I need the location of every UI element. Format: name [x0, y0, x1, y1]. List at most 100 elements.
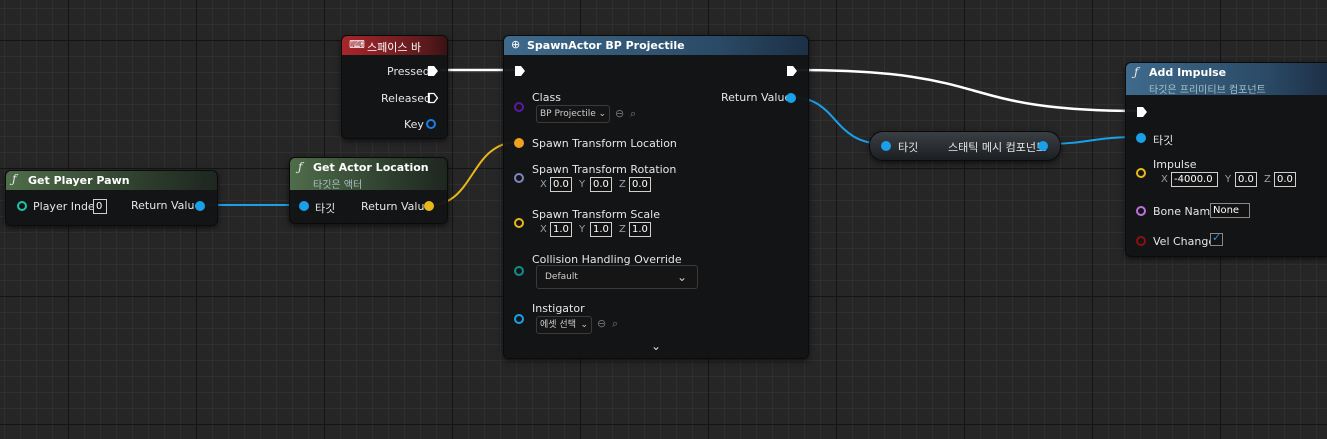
return-value-pin[interactable]: [786, 93, 796, 103]
spawn-rotation-label: Spawn Transform Rotation: [532, 163, 677, 176]
bone-name-pin[interactable]: [1136, 206, 1146, 216]
class-dropdown[interactable]: BP Projectile ⌄: [536, 105, 610, 123]
spawn-location-label: Spawn Transform Location: [532, 137, 677, 150]
axis-z-label: Z: [619, 224, 626, 235]
impulse-z-input[interactable]: 0.0: [1274, 172, 1296, 187]
keyboard-icon: ⌨: [349, 38, 365, 51]
return-value-label: Return Value: [361, 200, 432, 213]
get-player-pawn-node[interactable]: ƒ Get Player Pawn Player Index 0 Return …: [5, 170, 218, 226]
chevron-down-icon: ⌄: [676, 270, 687, 284]
pressed-label: Pressed: [387, 65, 430, 78]
rotation-x-input[interactable]: 0.0: [550, 177, 572, 192]
axis-z-label: Z: [1264, 174, 1271, 185]
spacebar-event-node[interactable]: ⌨ 스페이스 바 Pressed Released Key: [341, 35, 448, 139]
axis-y-label: Y: [579, 224, 586, 235]
axis-z-label: Z: [619, 179, 626, 190]
player-index-input[interactable]: 0: [93, 199, 107, 214]
player-index-label: Player Index: [33, 200, 102, 213]
cast-static-mesh-node[interactable]: 타깃 스태틱 메시 컴포넌트: [869, 131, 1061, 161]
node-header: ƒ Add Impulse 타깃은 프리미티브 컴포넌트: [1126, 63, 1327, 96]
exec-in-pin[interactable]: [514, 65, 526, 77]
axis-x-label: X: [540, 224, 547, 235]
axis-y-label: Y: [1225, 174, 1232, 185]
released-label: Released: [381, 92, 431, 105]
player-index-pin[interactable]: [17, 201, 27, 211]
return-value-label: Return Value: [131, 199, 202, 212]
key-label: Key: [404, 118, 424, 131]
return-value-pin[interactable]: [424, 201, 434, 211]
node-header: ⊕ SpawnActor BP Projectile: [504, 36, 808, 55]
search-icon[interactable]: ⌕: [630, 107, 636, 121]
axis-y-label: Y: [579, 179, 586, 190]
axis-x-label: X: [540, 179, 547, 190]
wire-exec-spawn-to-impulse: [796, 68, 1141, 113]
instigator-dropdown[interactable]: 에셋 선택 ⌄: [536, 316, 592, 334]
node-header: ƒ Get Actor Location 타깃은 액터: [290, 158, 447, 191]
scale-y-input[interactable]: 1.0: [590, 222, 612, 237]
class-pin[interactable]: [514, 102, 524, 112]
node-header: ⌨ 스페이스 바: [342, 36, 447, 55]
node-header: ƒ Get Player Pawn: [6, 171, 217, 190]
node-title: 스페이스 바: [367, 41, 422, 54]
target-label: 타깃: [1153, 134, 1174, 147]
exec-out-pin[interactable]: [786, 65, 798, 77]
rotation-y-input[interactable]: 0.0: [590, 177, 612, 192]
target-pin[interactable]: [299, 201, 309, 211]
node-title: Add Impulse: [1149, 66, 1227, 79]
use-selected-icon[interactable]: ⊖: [597, 317, 606, 330]
node-title: Get Player Pawn: [28, 174, 130, 187]
function-icon: ƒ: [12, 172, 17, 186]
rotation-z-input[interactable]: 0.0: [629, 177, 651, 192]
vel-change-checkbox[interactable]: ✓: [1210, 231, 1223, 246]
node-subtitle: 타깃은 액터: [313, 180, 363, 191]
target-label: 타깃: [315, 202, 336, 215]
function-icon: ƒ: [1134, 65, 1139, 79]
bone-name-label: Bone Name: [1153, 205, 1217, 218]
chevron-down-icon: ⌄: [580, 320, 588, 330]
spawn-actor-icon: ⊕: [511, 38, 521, 51]
released-exec-pin[interactable]: [427, 92, 439, 104]
function-icon: ƒ: [298, 160, 303, 174]
return-value-label: Return Value: [721, 91, 792, 104]
spawn-rotation-pin[interactable]: [514, 173, 524, 183]
impulse-label: Impulse: [1153, 158, 1197, 171]
spawn-scale-pin[interactable]: [514, 218, 524, 228]
search-icon[interactable]: ⌕: [612, 317, 618, 331]
use-selected-icon[interactable]: ⊖: [615, 107, 624, 120]
collision-dropdown[interactable]: Default ⌄: [536, 265, 698, 289]
instigator-value: 에셋 선택: [540, 320, 576, 330]
key-pin[interactable]: [426, 119, 436, 129]
instigator-pin[interactable]: [514, 314, 524, 324]
collision-value: Default: [545, 272, 578, 282]
impulse-x-input[interactable]: -4000.0: [1171, 172, 1218, 187]
target-pin[interactable]: [1136, 133, 1146, 143]
spawn-location-pin[interactable]: [514, 138, 524, 148]
return-value-pin[interactable]: [195, 201, 205, 211]
impulse-y-input[interactable]: 0.0: [1235, 172, 1257, 187]
expand-chevron-icon[interactable]: ⌄: [651, 339, 661, 353]
pressed-exec-pin[interactable]: [427, 65, 439, 77]
chevron-down-icon: ⌄: [598, 109, 606, 119]
get-actor-location-node[interactable]: ƒ Get Actor Location 타깃은 액터 타깃 Return Va…: [289, 157, 448, 224]
exec-in-pin[interactable]: [1136, 106, 1148, 118]
bone-name-input[interactable]: None: [1210, 203, 1250, 218]
node-title: SpawnActor BP Projectile: [527, 39, 685, 52]
collision-pin[interactable]: [514, 266, 524, 276]
target-label: 타깃: [898, 141, 919, 154]
node-subtitle: 타깃은 프리미티브 컴포넌트: [1149, 85, 1266, 96]
output-label: 스태틱 메시 컴포넌트: [948, 141, 1047, 154]
vel-change-label: Vel Change: [1153, 235, 1216, 248]
axis-x-label: X: [1161, 174, 1168, 185]
check-icon: ✓: [1212, 231, 1222, 244]
add-impulse-node[interactable]: ƒ Add Impulse 타깃은 프리미티브 컴포넌트 타깃 Impulse …: [1125, 62, 1327, 257]
instigator-label: Instigator: [532, 302, 585, 315]
target-pin[interactable]: [881, 141, 891, 151]
spawn-actor-node[interactable]: ⊕ SpawnActor BP Projectile Class BP Proj…: [503, 35, 809, 359]
spawn-scale-label: Spawn Transform Scale: [532, 208, 660, 221]
scale-z-input[interactable]: 1.0: [629, 222, 651, 237]
scale-x-input[interactable]: 1.0: [550, 222, 572, 237]
class-label: Class: [532, 91, 561, 104]
output-pin[interactable]: [1038, 141, 1048, 151]
vel-change-pin[interactable]: [1136, 236, 1146, 246]
impulse-pin[interactable]: [1136, 168, 1146, 178]
